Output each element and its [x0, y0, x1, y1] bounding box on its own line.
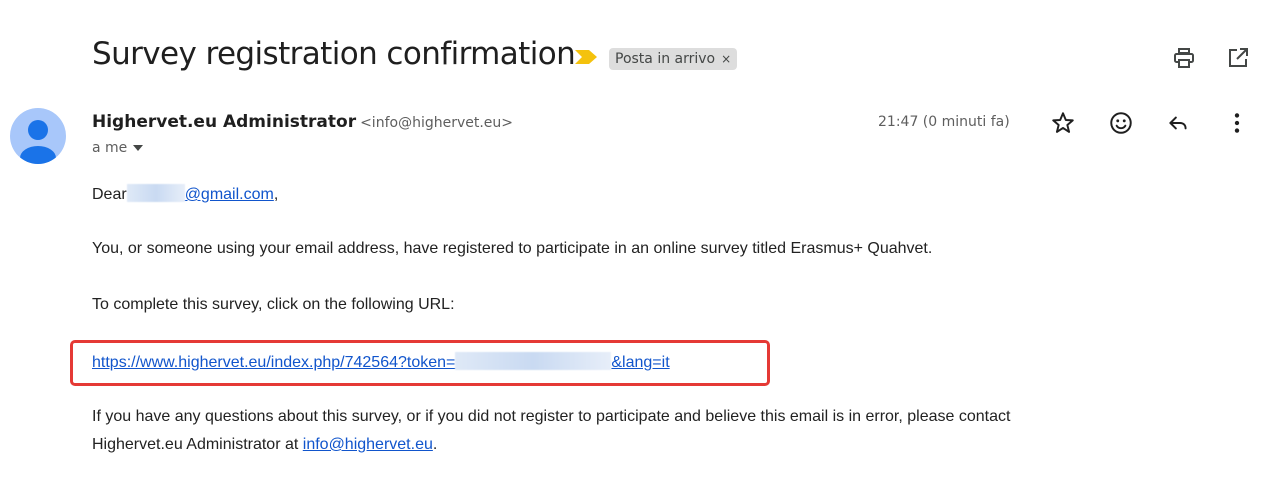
emoji-reaction-icon[interactable]: [1108, 110, 1134, 136]
print-icon[interactable]: [1172, 46, 1196, 70]
label-remove-button[interactable]: ×: [721, 52, 731, 66]
sender-line: Highervet.eu Administrator <info@higherve…: [92, 112, 513, 132]
contact-prefix: Highervet.eu Administrator at: [92, 436, 303, 453]
contact-email-link[interactable]: info@highervet.eu: [303, 436, 433, 453]
survey-url-suffix[interactable]: &lang=it: [611, 354, 669, 371]
body-paragraph-2: To complete this survey, click on the fo…: [92, 296, 455, 313]
survey-url-link[interactable]: https://www.highervet.eu/index.php/74256…: [92, 352, 670, 371]
recipient-details-toggle[interactable]: a me: [92, 140, 144, 156]
reply-icon[interactable]: [1165, 110, 1191, 136]
email-subject: Survey registration confirmation: [92, 36, 576, 72]
sender-name[interactable]: Highervet.eu Administrator: [92, 112, 356, 132]
body-paragraph-3-line-1: If you have any questions about this sur…: [92, 408, 1011, 425]
more-options-icon[interactable]: [1224, 110, 1250, 136]
greeting-comma: ,: [273, 186, 279, 203]
avatar-icon: [20, 120, 56, 164]
contact-suffix: .: [432, 436, 438, 453]
label-chip-inbox: Posta in arrivo ×: [609, 48, 738, 70]
open-in-new-window-icon[interactable]: [1226, 46, 1250, 70]
label-chip-text: Posta in arrivo: [615, 51, 716, 67]
body-paragraph-3-line-2: Highervet.eu Administrator at info@highe…: [92, 436, 437, 454]
important-marker-icon[interactable]: [575, 50, 597, 64]
survey-url-prefix[interactable]: https://www.highervet.eu/index.php/74256…: [92, 354, 455, 371]
greeting-line: Dear @gmail.com,: [92, 184, 278, 204]
chevron-down-icon[interactable]: [133, 145, 144, 151]
greeting-prefix: Dear: [92, 186, 127, 203]
body-paragraph-1: You, or someone using your email address…: [92, 240, 933, 257]
sender-email: <info@highervet.eu>: [360, 115, 514, 131]
redacted-token: [455, 352, 612, 370]
recipient-line: a me: [92, 140, 128, 156]
timestamp: 21:47 (0 minuti fa): [878, 114, 1010, 130]
survey-url-line: https://www.highervet.eu/index.php/74256…: [92, 352, 670, 372]
sender-avatar[interactable]: [10, 108, 66, 164]
star-icon[interactable]: [1050, 110, 1076, 136]
redacted-email-username: [126, 184, 185, 202]
greeting-email-link[interactable]: @gmail.com: [185, 186, 274, 203]
